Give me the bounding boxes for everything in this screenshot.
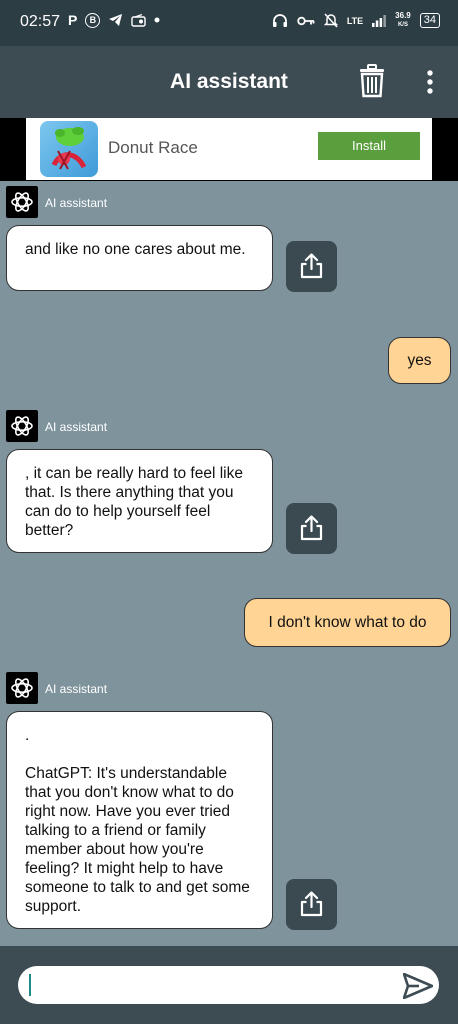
- headphones-icon: [272, 14, 287, 27]
- openai-logo-icon: [11, 192, 33, 212]
- status-time: 02:57: [20, 13, 61, 30]
- text-caret: [29, 974, 31, 996]
- assistant-message-bubble: , it can be really hard to feel like tha…: [6, 449, 273, 553]
- status-bar: 02:57 P B LTE 36.9 K/S 34: [0, 0, 458, 46]
- app-bar: AI assistant: [0, 46, 458, 118]
- speed-unit: K/S: [397, 22, 408, 28]
- composer-bar: [0, 946, 458, 1024]
- key-icon: [297, 16, 315, 25]
- page-title: AI assistant: [170, 70, 288, 93]
- share-button[interactable]: [286, 241, 337, 292]
- avatar: [6, 672, 38, 704]
- battery-indicator: 34: [419, 13, 440, 28]
- sender-name: AI assistant: [45, 196, 108, 210]
- ad-card[interactable]: Donut Race Install: [26, 118, 432, 180]
- radio-icon: [131, 13, 147, 27]
- network-type: LTE: [346, 15, 364, 26]
- share-icon: [300, 515, 323, 541]
- more-vertical-icon[interactable]: [420, 68, 440, 96]
- user-message-bubble: yes: [388, 337, 451, 384]
- ad-install-button[interactable]: Install: [318, 132, 420, 160]
- sender-name: AI assistant: [45, 420, 108, 434]
- speed-value: 36.9: [395, 11, 411, 20]
- signal-icon: [372, 14, 387, 27]
- share-icon: [300, 253, 323, 279]
- status-notification-icons: P B: [68, 12, 160, 28]
- dot-icon: [154, 17, 160, 23]
- parking-icon: P: [68, 12, 78, 28]
- mute-bell-icon: [323, 13, 338, 28]
- assistant-message-bubble: and like no one cares about me.: [6, 225, 273, 291]
- send-icon[interactable]: [403, 973, 433, 999]
- telegram-icon: [109, 14, 123, 26]
- status-system-icons: LTE 36.9 K/S 34: [272, 12, 440, 29]
- share-button[interactable]: [286, 879, 337, 930]
- sender-name: AI assistant: [45, 682, 108, 696]
- ad-app-icon: [40, 121, 98, 177]
- openai-logo-icon: [11, 416, 33, 436]
- trash-icon[interactable]: [357, 64, 387, 98]
- message-input[interactable]: [18, 966, 439, 1004]
- avatar: [6, 186, 38, 218]
- ad-banner: Donut Race Install: [0, 118, 458, 181]
- share-button[interactable]: [286, 503, 337, 554]
- user-message-bubble: I don't know what to do: [244, 598, 451, 647]
- avatar: [6, 410, 38, 442]
- assistant-message-bubble: . ChatGPT: It's understandable that you …: [6, 711, 273, 929]
- b-badge-icon: B: [85, 12, 101, 28]
- openai-logo-icon: [11, 678, 33, 698]
- ad-app-name: Donut Race: [108, 138, 198, 157]
- network-speed: 36.9 K/S: [395, 12, 411, 29]
- share-icon: [300, 891, 323, 917]
